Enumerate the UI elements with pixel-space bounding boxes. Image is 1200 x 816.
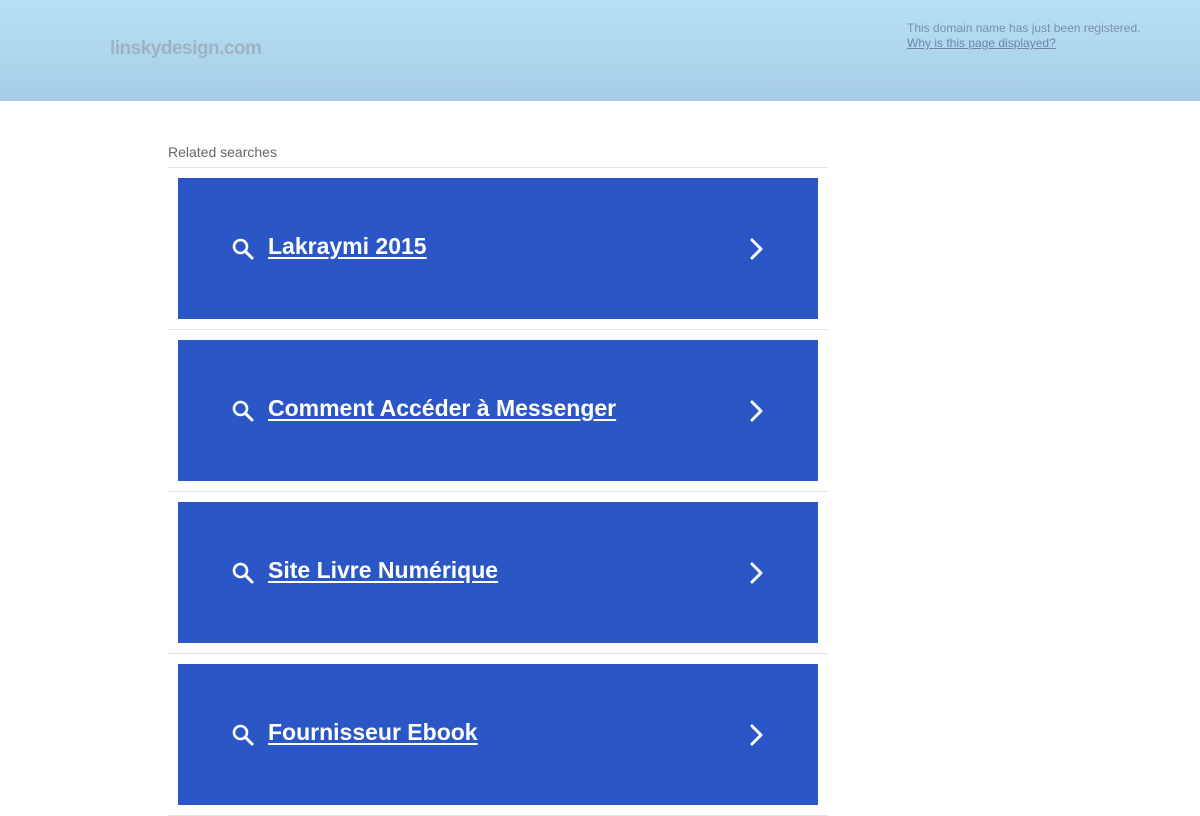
search-icon <box>232 400 254 422</box>
related-search-link[interactable]: Fournisseur Ebook <box>178 664 818 805</box>
chevron-right-icon <box>750 724 763 746</box>
registration-notice: This domain name has just been registere… <box>907 21 1140 51</box>
related-search-link[interactable]: Comment Accéder à Messenger <box>178 340 818 481</box>
chevron-right-icon <box>750 238 763 260</box>
list-item: Site Livre Numérique <box>168 492 828 654</box>
list-item: Lakraymi 2015 <box>168 168 828 330</box>
search-icon <box>232 238 254 260</box>
related-search-label: Comment Accéder à Messenger <box>268 395 617 421</box>
search-icon <box>232 562 254 584</box>
list-item: Fournisseur Ebook <box>168 654 828 816</box>
related-search-link[interactable]: Site Livre Numérique <box>178 502 818 643</box>
list-item: Comment Accéder à Messenger <box>168 330 828 492</box>
search-icon <box>232 724 254 746</box>
header-banner: linskydesign.com This domain name has ju… <box>0 0 1200 101</box>
related-searches-heading: Related searches <box>168 144 828 168</box>
related-search-link[interactable]: Lakraymi 2015 <box>178 178 818 319</box>
related-search-label: Fournisseur Ebook <box>268 719 478 745</box>
chevron-right-icon <box>750 562 763 584</box>
related-searches-panel: Related searches Lakraymi 2015 Comment A… <box>168 144 828 816</box>
chevron-right-icon <box>750 400 763 422</box>
domain-title[interactable]: linskydesign.com <box>110 38 262 60</box>
related-search-label: Site Livre Numérique <box>268 557 499 583</box>
why-displayed-link[interactable]: Why is this page displayed? <box>907 36 1056 50</box>
related-search-label: Lakraymi 2015 <box>268 233 427 259</box>
notice-text: This domain name has just been registere… <box>907 21 1141 35</box>
